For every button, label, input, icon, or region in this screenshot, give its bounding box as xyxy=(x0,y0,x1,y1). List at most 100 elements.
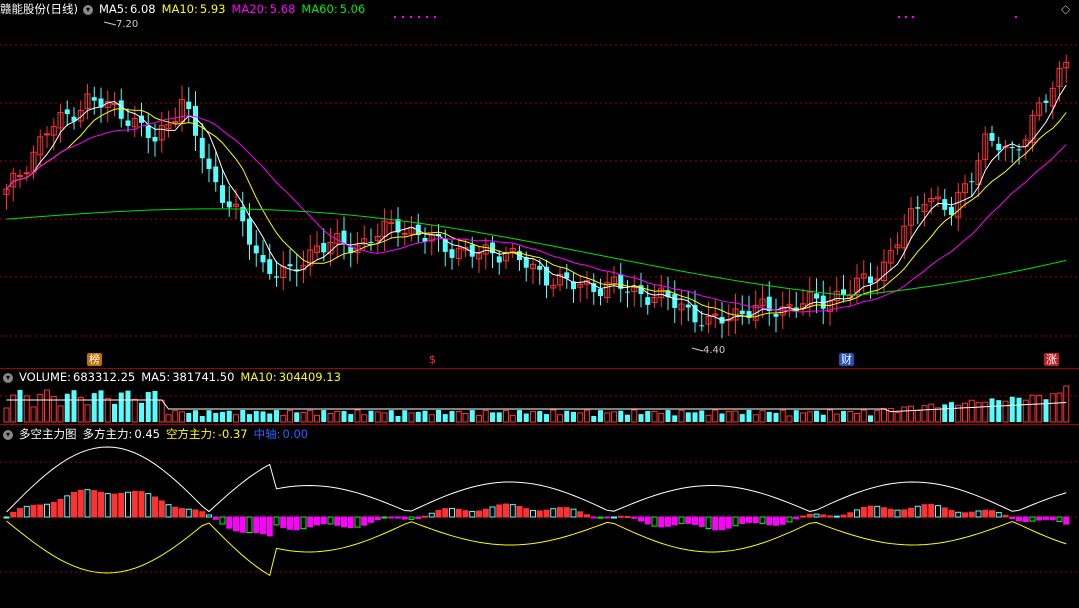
volume-bar-down xyxy=(1016,397,1022,422)
indicator-bar-bear xyxy=(671,516,678,526)
volume-bar-up xyxy=(860,409,867,423)
volume-bar-up xyxy=(550,409,557,423)
candle-body-down xyxy=(625,291,630,293)
volume-bar-up xyxy=(901,406,908,423)
candle-body-down xyxy=(274,276,279,278)
marker-dollar[interactable]: $ xyxy=(427,353,438,366)
signal-dot xyxy=(898,16,900,18)
settings-circle-icon[interactable]: ▾ xyxy=(82,4,93,15)
volume-bar-down xyxy=(186,412,192,422)
indicator-bar-bull xyxy=(57,498,64,518)
volume-settings-icon[interactable]: ▾ xyxy=(3,372,13,383)
indicator-bar-bull xyxy=(71,491,77,518)
indicator-bar-bull xyxy=(111,493,118,518)
marker-rise[interactable]: 涨 xyxy=(1044,353,1059,366)
indicator-bar-bear xyxy=(401,516,408,520)
indicator-bar-bear xyxy=(354,516,361,528)
marker-finance[interactable]: 财 xyxy=(839,353,854,366)
volume-bar-up xyxy=(3,407,10,423)
indicator-bar-bear xyxy=(746,516,752,523)
indicator-bar-bull xyxy=(806,513,813,518)
indicator-bar-bull xyxy=(165,504,172,518)
volume-bar-up xyxy=(361,414,368,423)
indicator-bar-bull xyxy=(442,508,449,518)
indicator-bar-bull xyxy=(867,505,874,518)
volume-bar-up xyxy=(1022,399,1029,423)
candle-body-down xyxy=(220,185,225,203)
indicator-bar-bear xyxy=(226,516,233,529)
bull-value: 0.45 xyxy=(134,427,160,441)
indicator-settings-icon[interactable]: ▾ xyxy=(3,429,13,440)
volume-bar-up xyxy=(104,397,111,423)
volume-bar-down xyxy=(274,410,279,422)
ma10-label: MA10: xyxy=(161,2,198,16)
volume-bar-down xyxy=(395,415,401,422)
volume-bar-up xyxy=(914,409,921,423)
candle-body-down xyxy=(193,105,198,136)
volume-bar-down xyxy=(685,412,691,422)
candle-body-up xyxy=(111,102,118,105)
volume-bar-up xyxy=(928,403,935,423)
volume-bar-up xyxy=(179,411,185,423)
candle-body-down xyxy=(125,120,131,126)
volume-bar-up xyxy=(800,412,806,423)
kline-chart-canvas[interactable] xyxy=(0,0,1079,608)
marker-rank[interactable]: 榜 xyxy=(87,353,102,366)
indicator-bar-bear xyxy=(381,516,388,519)
volume-bar-up xyxy=(1063,385,1070,423)
indicator-bar-bull xyxy=(179,508,185,518)
indicator-bar-bear xyxy=(253,516,260,534)
volume-bar-down xyxy=(139,402,144,422)
volume-bar-up xyxy=(584,409,590,423)
ma5-value: 6.08 xyxy=(129,2,156,16)
volume-bar-down xyxy=(820,414,826,422)
volume-value: 683312.25 xyxy=(73,370,136,384)
indicator-bar-bear xyxy=(260,516,266,535)
volume-bar-down xyxy=(618,410,624,422)
indicator-bar-bear xyxy=(597,516,604,519)
indicator-bar-bull xyxy=(847,512,854,518)
indicator-bar-bull xyxy=(624,516,631,519)
volume-bar-up xyxy=(530,410,536,423)
candle-body-up xyxy=(17,174,23,177)
indicator-bar-bear xyxy=(732,516,739,527)
volume-bar-up xyxy=(44,389,50,423)
indicator-bar-bear xyxy=(287,516,293,530)
indicator-bar-bull xyxy=(199,511,206,518)
candle-body-down xyxy=(186,101,192,109)
indicator-bar-bull xyxy=(577,511,584,518)
indicator-bar-bull xyxy=(968,511,975,518)
indicator-bar-bear xyxy=(759,516,766,525)
volume-bar-down xyxy=(402,410,408,422)
indicator-bar-bear xyxy=(374,516,381,521)
volume-bar-down xyxy=(17,390,23,422)
indicator-bar-bear xyxy=(314,516,320,526)
diamond-icon[interactable]: ◇ xyxy=(1061,3,1073,15)
indicator-bar-bull xyxy=(570,508,577,518)
indicator-bar-bear xyxy=(665,516,671,527)
indicator-bar-bull xyxy=(496,504,503,518)
indicator-bar-bear xyxy=(408,516,415,520)
volume-bar-down xyxy=(206,410,212,422)
volume-bar-up xyxy=(658,412,665,423)
volume-bar-down xyxy=(267,413,273,422)
volume-bar-down xyxy=(199,415,205,422)
candle-body-down xyxy=(868,276,873,284)
indicator-bar-bear xyxy=(604,516,611,519)
volume-bar-up xyxy=(1049,393,1056,423)
bear-force-line xyxy=(6,520,1067,577)
indicator-bar-bull xyxy=(435,509,442,518)
indicator-bar-bull xyxy=(536,510,543,518)
volume-ma10-label: MA10: xyxy=(240,370,277,384)
volume-bar-down xyxy=(739,414,745,422)
volume-bar-down xyxy=(125,390,131,422)
indicator-bar-bull xyxy=(948,509,955,518)
volume-bar-down xyxy=(766,411,772,422)
indicator-bar-bear xyxy=(651,516,658,527)
indicator-bar-bull xyxy=(37,504,44,518)
indicator-bar-bull xyxy=(476,510,482,518)
indicator-bar-bear xyxy=(658,516,665,528)
signal-dot xyxy=(905,16,907,18)
signal-dot xyxy=(426,16,428,18)
indicator-bar-bear xyxy=(590,516,597,519)
